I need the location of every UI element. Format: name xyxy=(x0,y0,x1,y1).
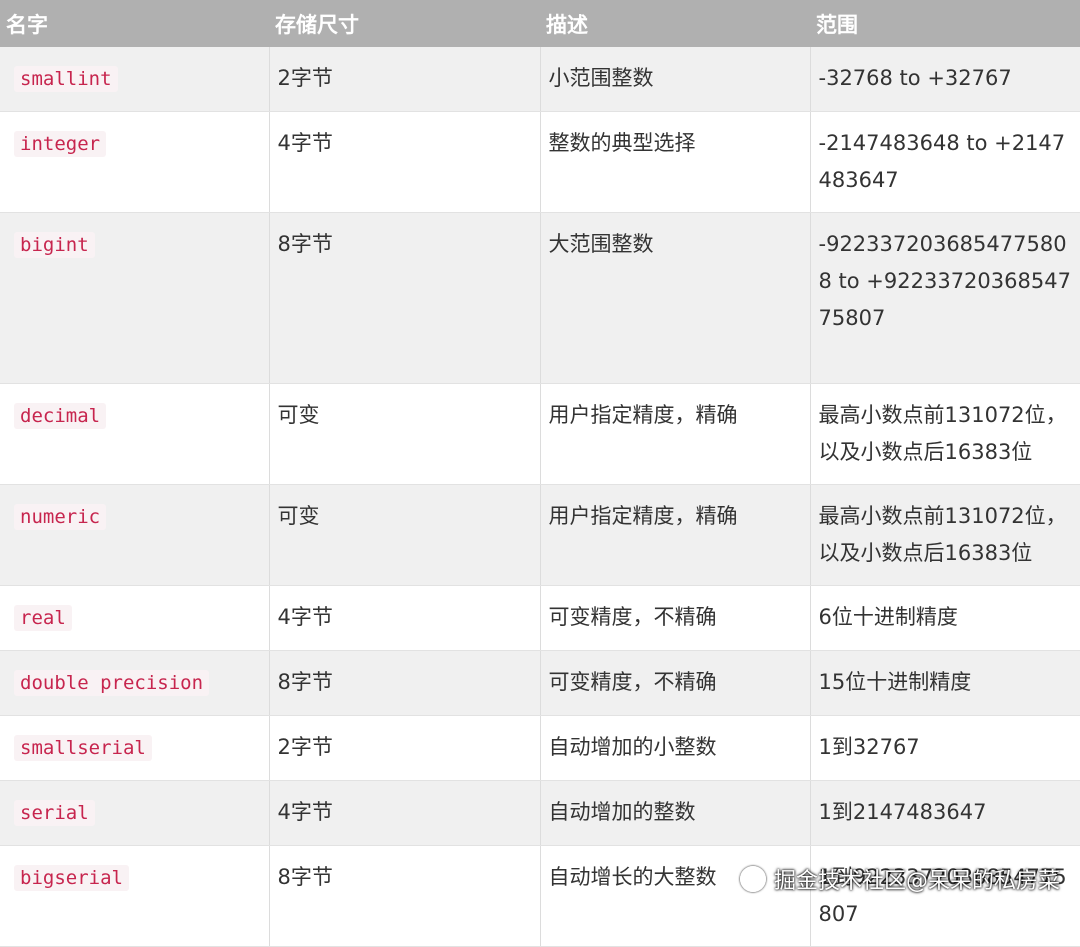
description: 小范围整数 xyxy=(539,47,810,112)
header-range: 范围 xyxy=(810,0,1080,47)
header-row: 名字 存储尺寸 描述 范围 xyxy=(0,0,1080,47)
table-row: double precision 8字节 可变精度，不精确 15位十进制精度 xyxy=(0,650,1080,716)
table-row: real 4字节 可变精度，不精确 6位十进制精度 xyxy=(0,585,1080,651)
storage-size: 4字节 xyxy=(268,780,540,846)
range: 最高小数点前131072位，以及小数点后16383位 xyxy=(809,383,1080,485)
range: 1到9223372036854775807 xyxy=(809,845,1080,947)
storage-size: 4字节 xyxy=(268,111,540,213)
table-row: decimal 可变 用户指定精度，精确 最高小数点前131072位，以及小数点… xyxy=(0,383,1080,485)
type-name: smallint xyxy=(14,66,118,92)
table-row: serial 4字节 自动增加的整数 1到2147483647 xyxy=(0,780,1080,846)
data-types-table: 名字 存储尺寸 描述 范围 smallint 2字节 小范围整数 -32768 … xyxy=(0,0,1080,947)
range: -32768 to +32767 xyxy=(809,47,1080,112)
type-name: real xyxy=(14,605,72,631)
storage-size: 可变 xyxy=(268,383,540,485)
description: 自动增加的小整数 xyxy=(539,715,810,781)
storage-size: 4字节 xyxy=(268,585,540,651)
description: 自动增加的整数 xyxy=(539,780,810,846)
type-name: decimal xyxy=(14,403,107,429)
range: 最高小数点前131072位，以及小数点后16383位 xyxy=(809,484,1080,586)
type-name: integer xyxy=(14,131,107,157)
description: 自动增长的大整数 xyxy=(539,845,810,947)
table-row: smallserial 2字节 自动增加的小整数 1到32767 xyxy=(0,715,1080,781)
storage-size: 8字节 xyxy=(268,845,540,947)
table-row: bigserial 8字节 自动增长的大整数 1到922337203685477… xyxy=(0,845,1080,947)
storage-size: 可变 xyxy=(268,484,540,586)
type-name: double precision xyxy=(14,670,210,696)
range: 1到32767 xyxy=(809,715,1080,781)
storage-size: 8字节 xyxy=(268,212,540,384)
description: 用户指定精度，精确 xyxy=(539,383,810,485)
header-size: 存储尺寸 xyxy=(269,0,540,47)
table-row: bigint 8字节 大范围整数 -9223372036854775808 to… xyxy=(0,212,1080,384)
description: 可变精度，不精确 xyxy=(539,650,810,716)
storage-size: 8字节 xyxy=(268,650,540,716)
wechat-icon xyxy=(739,866,766,892)
header-description: 描述 xyxy=(540,0,810,47)
table-row: numeric 可变 用户指定精度，精确 最高小数点前131072位，以及小数点… xyxy=(0,484,1080,586)
range: 6位十进制精度 xyxy=(809,585,1080,651)
table-row: integer 4字节 整数的典型选择 -2147483648 to +2147… xyxy=(0,111,1080,213)
type-name: smallserial xyxy=(14,735,152,761)
range: 15位十进制精度 xyxy=(809,650,1080,716)
type-name: serial xyxy=(14,800,95,826)
type-name: bigserial xyxy=(14,865,129,891)
description: 用户指定精度，精确 xyxy=(539,484,810,586)
watermark: 掘金技术社区@呆呆的私房菜 xyxy=(739,863,1060,895)
type-name: numeric xyxy=(14,504,107,530)
type-name: bigint xyxy=(14,232,95,258)
storage-size: 2字节 xyxy=(268,47,540,112)
description: 可变精度，不精确 xyxy=(539,585,810,651)
range: -2147483648 to +2147483647 xyxy=(809,111,1080,213)
range: 1到2147483647 xyxy=(809,780,1080,846)
description: 大范围整数 xyxy=(539,212,810,384)
storage-size: 2字节 xyxy=(268,715,540,781)
range: -9223372036854775808 to +922337203685477… xyxy=(809,212,1080,384)
description: 整数的典型选择 xyxy=(539,111,810,213)
watermark-text: 掘金技术社区@呆呆的私房菜 xyxy=(773,869,1060,894)
table-row: smallint 2字节 小范围整数 -32768 to +32767 xyxy=(0,47,1080,112)
header-name: 名字 xyxy=(0,0,269,47)
